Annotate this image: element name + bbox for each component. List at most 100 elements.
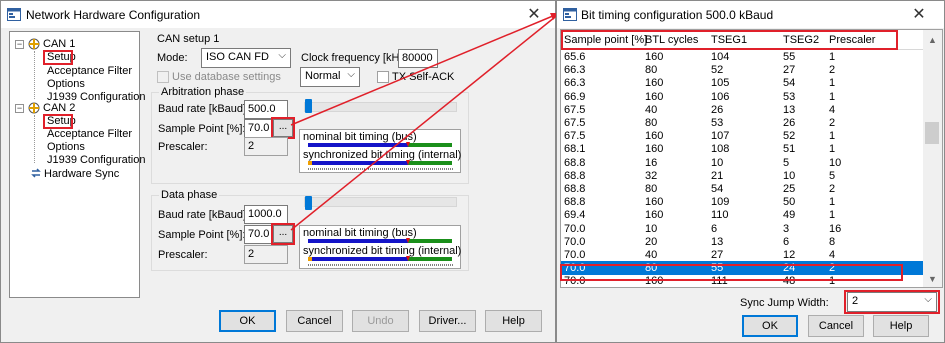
table-cell: 160 xyxy=(645,77,664,90)
mode-select[interactable]: ISO CAN FD ⌵ xyxy=(201,48,291,68)
table-cell: 54 xyxy=(783,77,796,90)
timing-table[interactable]: Sample point [%] BTL cycles TSEG1 TSEG2 … xyxy=(560,29,943,288)
table-row[interactable]: 70.0 20 13 6 8 xyxy=(561,235,923,249)
table-cell: 70.0 xyxy=(564,249,586,261)
table-cell: 68.1 xyxy=(564,143,586,156)
table-cell: 27 xyxy=(783,64,796,77)
data-sync-timing-bar xyxy=(308,256,454,266)
table-row[interactable]: 66.3 80 52 27 2 xyxy=(561,63,923,77)
table-cell: 2 xyxy=(829,64,836,77)
table-row[interactable]: 67.5 80 53 26 2 xyxy=(561,116,923,130)
table-cell: 32 xyxy=(645,169,658,182)
use-database-checkbox[interactable] xyxy=(157,71,169,83)
can-network-icon xyxy=(28,102,40,114)
table-cell: 65.6 xyxy=(564,51,586,63)
main-close-button[interactable]: ✕ xyxy=(512,3,556,27)
table-row[interactable]: 68.8 32 21 10 5 xyxy=(561,169,923,183)
table-cell: 12 xyxy=(783,249,796,261)
scroll-up-icon[interactable]: ▲ xyxy=(928,35,937,45)
table-cell: 109 xyxy=(711,196,730,209)
data-baud-slider-thumb[interactable] xyxy=(305,196,312,210)
cancel-button[interactable]: Cancel xyxy=(286,310,343,332)
dialog-ok-button[interactable]: OK xyxy=(742,315,798,337)
data-baud-input[interactable]: 1000.0 xyxy=(244,205,288,224)
scroll-down-icon[interactable]: ▼ xyxy=(928,274,937,284)
table-cell: 54 xyxy=(711,183,724,195)
tree-item-can2[interactable]: CAN 2 xyxy=(43,102,75,114)
table-row[interactable]: 68.8 160 109 50 1 xyxy=(561,195,923,209)
table-cell: 6 xyxy=(783,235,790,248)
main-titlebar[interactable]: Network Hardware Configuration ✕ xyxy=(1,1,555,28)
collapse-can1-icon[interactable]: − xyxy=(15,40,24,49)
table-cell: 70.0 xyxy=(564,222,586,235)
arb-sample-point-input[interactable]: 70.0 xyxy=(244,119,272,138)
table-cell: 160 xyxy=(645,130,664,143)
table-cell: 13 xyxy=(783,103,796,116)
highlight-table-header xyxy=(561,30,898,50)
arb-baud-slider-thumb[interactable] xyxy=(305,99,312,113)
data-baud-slider-track[interactable] xyxy=(304,197,457,207)
clock-frequency-input[interactable]: 80000 xyxy=(398,49,438,68)
tree-item-can1-options[interactable]: Options xyxy=(47,78,85,90)
table-row[interactable]: 70.0 10 6 3 16 xyxy=(561,222,923,236)
table-row[interactable]: 70.0 40 27 12 4 xyxy=(561,248,923,262)
table-cell: 80 xyxy=(645,64,658,77)
mode-label: Mode: xyxy=(157,52,188,64)
table-cell: 106 xyxy=(711,90,730,103)
hardware-tree[interactable]: − CAN 1 Setup Acceptance Filter Options … xyxy=(9,31,145,298)
arb-baud-slider-track[interactable] xyxy=(304,102,457,112)
dialog-help-button[interactable]: Help xyxy=(873,315,929,337)
tree-item-can2-options[interactable]: Options xyxy=(47,141,85,153)
table-row[interactable]: 66.3 160 105 54 1 xyxy=(561,76,923,90)
dialog-titlebar[interactable]: Bit timing configuration 500.0 kBaud ✕ xyxy=(557,1,944,28)
arbitration-phase-title: Arbitration phase xyxy=(159,86,247,98)
tree-item-can1[interactable]: CAN 1 xyxy=(43,38,75,50)
help-button[interactable]: Help xyxy=(485,310,542,332)
mode-select-value: ISO CAN FD xyxy=(206,51,269,63)
table-row[interactable]: 69.4 160 110 49 1 xyxy=(561,208,923,222)
tx-self-ack-checkbox[interactable] xyxy=(377,71,389,83)
undo-button[interactable]: Undo xyxy=(352,310,409,332)
table-cell: 20 xyxy=(645,235,658,248)
scrollbar-thumb[interactable] xyxy=(925,122,939,144)
dialog-cancel-button[interactable]: Cancel xyxy=(808,315,864,337)
sample-mode-select[interactable]: Normal ⌵ xyxy=(300,67,360,87)
collapse-can2-icon[interactable]: − xyxy=(15,104,24,113)
table-cell: 6 xyxy=(711,222,718,235)
table-cell: 10 xyxy=(645,222,658,235)
table-row[interactable]: 68.8 16 10 5 10 xyxy=(561,156,923,170)
table-row[interactable]: 66.9 160 106 53 1 xyxy=(561,90,923,104)
table-cell: 110 xyxy=(711,209,729,222)
highlight-setup-can2 xyxy=(43,114,73,129)
main-window-title: Network Hardware Configuration xyxy=(26,8,201,22)
table-row[interactable]: 68.8 80 54 25 2 xyxy=(561,182,923,196)
table-cell: 26 xyxy=(783,117,796,129)
table-cell: 108 xyxy=(711,143,730,156)
data-prescaler-value: 2 xyxy=(244,245,288,264)
driver-button[interactable]: Driver... xyxy=(419,310,476,332)
table-row[interactable]: 67.5 40 26 13 4 xyxy=(561,103,923,117)
table-cell: 51 xyxy=(783,143,796,156)
table-cell: 160 xyxy=(645,196,664,209)
table-cell: 21 xyxy=(711,169,724,182)
data-baud-label: Baud rate [kBaud]: xyxy=(158,209,250,221)
table-cell: 52 xyxy=(711,64,724,77)
tree-item-can1-acceptance-filter[interactable]: Acceptance Filter xyxy=(47,65,132,77)
table-row[interactable]: 67.5 160 107 52 1 xyxy=(561,129,923,143)
data-sample-point-input[interactable]: 70.0 xyxy=(244,225,272,244)
table-row[interactable]: 65.6 160 104 55 1 xyxy=(561,50,923,64)
dialog-close-button[interactable]: ✕ xyxy=(897,3,941,27)
tree-item-hardware-sync[interactable]: Hardware Sync xyxy=(44,168,119,180)
table-scrollbar[interactable]: ▲ ▼ xyxy=(923,30,942,287)
table-cell: 1 xyxy=(829,143,836,156)
highlight-sjw xyxy=(844,290,940,314)
tree-item-can2-j1939[interactable]: J1939 Configuration xyxy=(47,154,145,166)
ok-button[interactable]: OK xyxy=(219,310,276,332)
tx-self-ack-label: TX Self-ACK xyxy=(392,71,455,83)
table-cell: 66.3 xyxy=(564,77,586,90)
table-cell: 69.4 xyxy=(564,209,586,222)
data-sample-point-label: Sample Point [%]: xyxy=(158,229,246,241)
table-row[interactable]: 68.1 160 108 51 1 xyxy=(561,142,923,156)
data-nominal-timing-bar xyxy=(308,238,452,243)
tree-item-can2-acceptance-filter[interactable]: Acceptance Filter xyxy=(47,128,132,140)
